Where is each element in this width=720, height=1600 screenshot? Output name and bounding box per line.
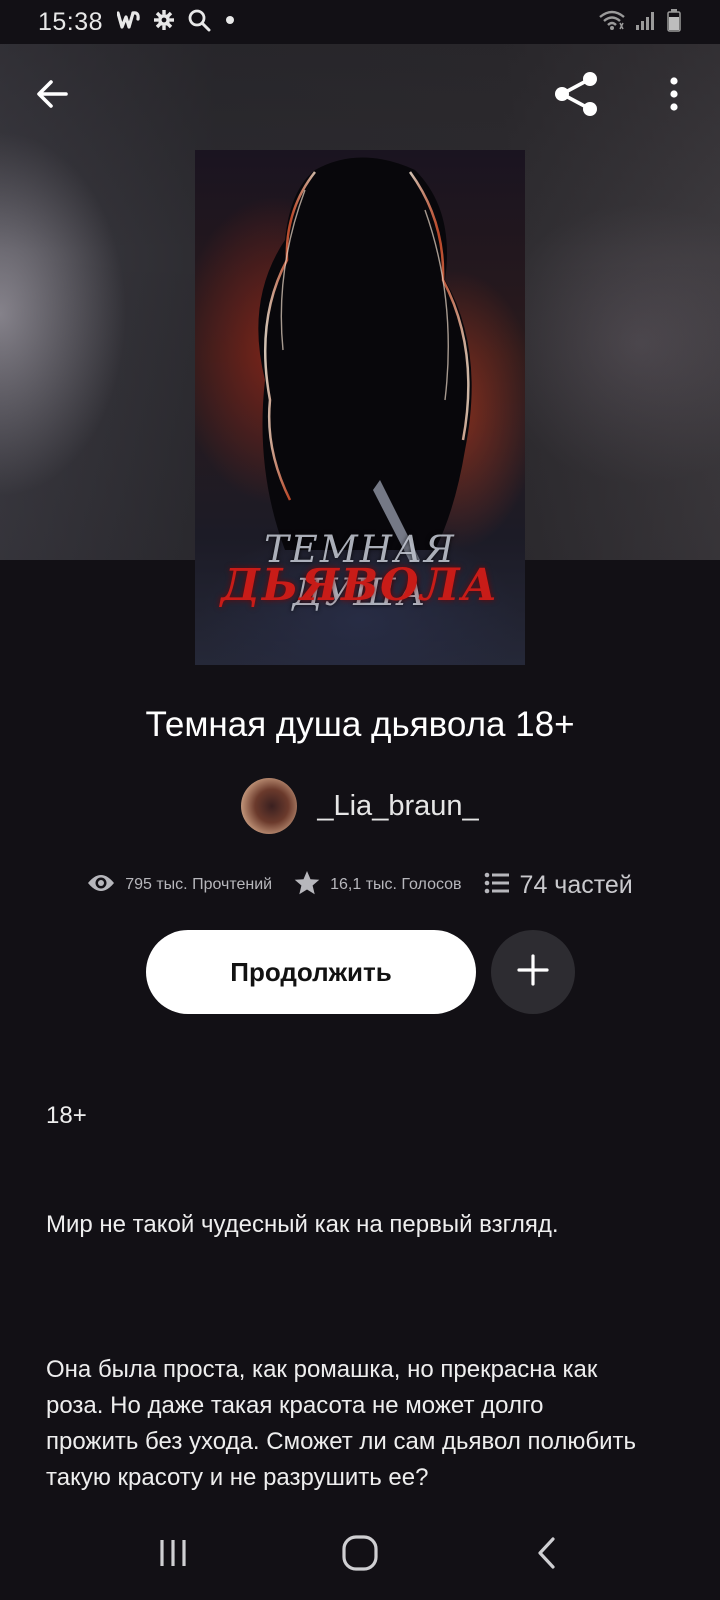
- status-time: 15:38: [38, 7, 104, 36]
- story-stats: 795 тыс. Прочтений 16,1 тыс. Голосов 74 …: [0, 865, 720, 905]
- description-age-rating: 18+: [46, 1102, 87, 1129]
- status-icons-left: [116, 8, 237, 37]
- continue-reading-button[interactable]: Продолжить: [146, 930, 476, 1014]
- wifi-icon: [598, 9, 626, 36]
- reads-stat: 795 тыс. Прочтений: [87, 873, 272, 898]
- description-paragraph-2: Она была проста, как ромашка, но прекрас…: [46, 1356, 636, 1491]
- votes-count: 16,1 тыс. Голосов: [330, 876, 462, 893]
- recent-apps-button[interactable]: [143, 1525, 203, 1585]
- book-title: Темная душа дьявола 18+: [145, 705, 575, 744]
- back-button[interactable]: [26, 70, 78, 122]
- add-to-library-button[interactable]: [491, 930, 575, 1014]
- list-icon: [484, 872, 510, 899]
- more-vertical-icon: [668, 76, 680, 117]
- star-icon: [294, 870, 320, 901]
- plus-icon: [516, 953, 550, 992]
- parts-count: 74 частей: [519, 870, 633, 899]
- nav-back-icon: [534, 1536, 560, 1575]
- home-icon: [341, 1534, 379, 1577]
- cover-title-line2: ДЬЯВОЛА: [220, 560, 500, 611]
- wattpad-icon: [116, 10, 141, 35]
- author-avatar[interactable]: [241, 778, 298, 834]
- description-paragraph-1: Мир не такой чудесный как на первый взгл…: [46, 1211, 559, 1238]
- author-row[interactable]: _Lia_braun_: [0, 778, 720, 834]
- share-button[interactable]: [551, 70, 603, 122]
- system-navigation-bar: [0, 1510, 720, 1600]
- recent-apps-icon: [156, 1536, 190, 1575]
- share-icon: [553, 70, 601, 123]
- parts-stat[interactable]: 74 частей: [484, 871, 633, 900]
- system-back-button[interactable]: [517, 1525, 577, 1585]
- author-name[interactable]: _Lia_braun_: [317, 790, 478, 823]
- votes-stat: 16,1 тыс. Голосов: [294, 870, 462, 901]
- gear-icon: [153, 9, 175, 36]
- more-options-button[interactable]: [648, 70, 700, 122]
- home-button[interactable]: [330, 1525, 390, 1585]
- signal-icon: [634, 9, 658, 36]
- arrow-left-icon: [34, 76, 70, 117]
- battery-icon: [666, 8, 682, 37]
- dot-icon: [223, 13, 237, 32]
- story-details-screen: 15:38 ТЕМНАЯ ДУША ДЬЯВОЛА Темная душа дь…: [0, 0, 720, 1600]
- eye-icon: [87, 873, 115, 898]
- book-cover[interactable]: ТЕМНАЯ ДУША ДЬЯВОЛА: [195, 150, 525, 665]
- status-bar: 15:38: [0, 0, 720, 44]
- status-icons-right: [598, 8, 682, 37]
- reads-count: 795 тыс. Прочтений: [125, 876, 273, 893]
- search-icon: [187, 8, 211, 37]
